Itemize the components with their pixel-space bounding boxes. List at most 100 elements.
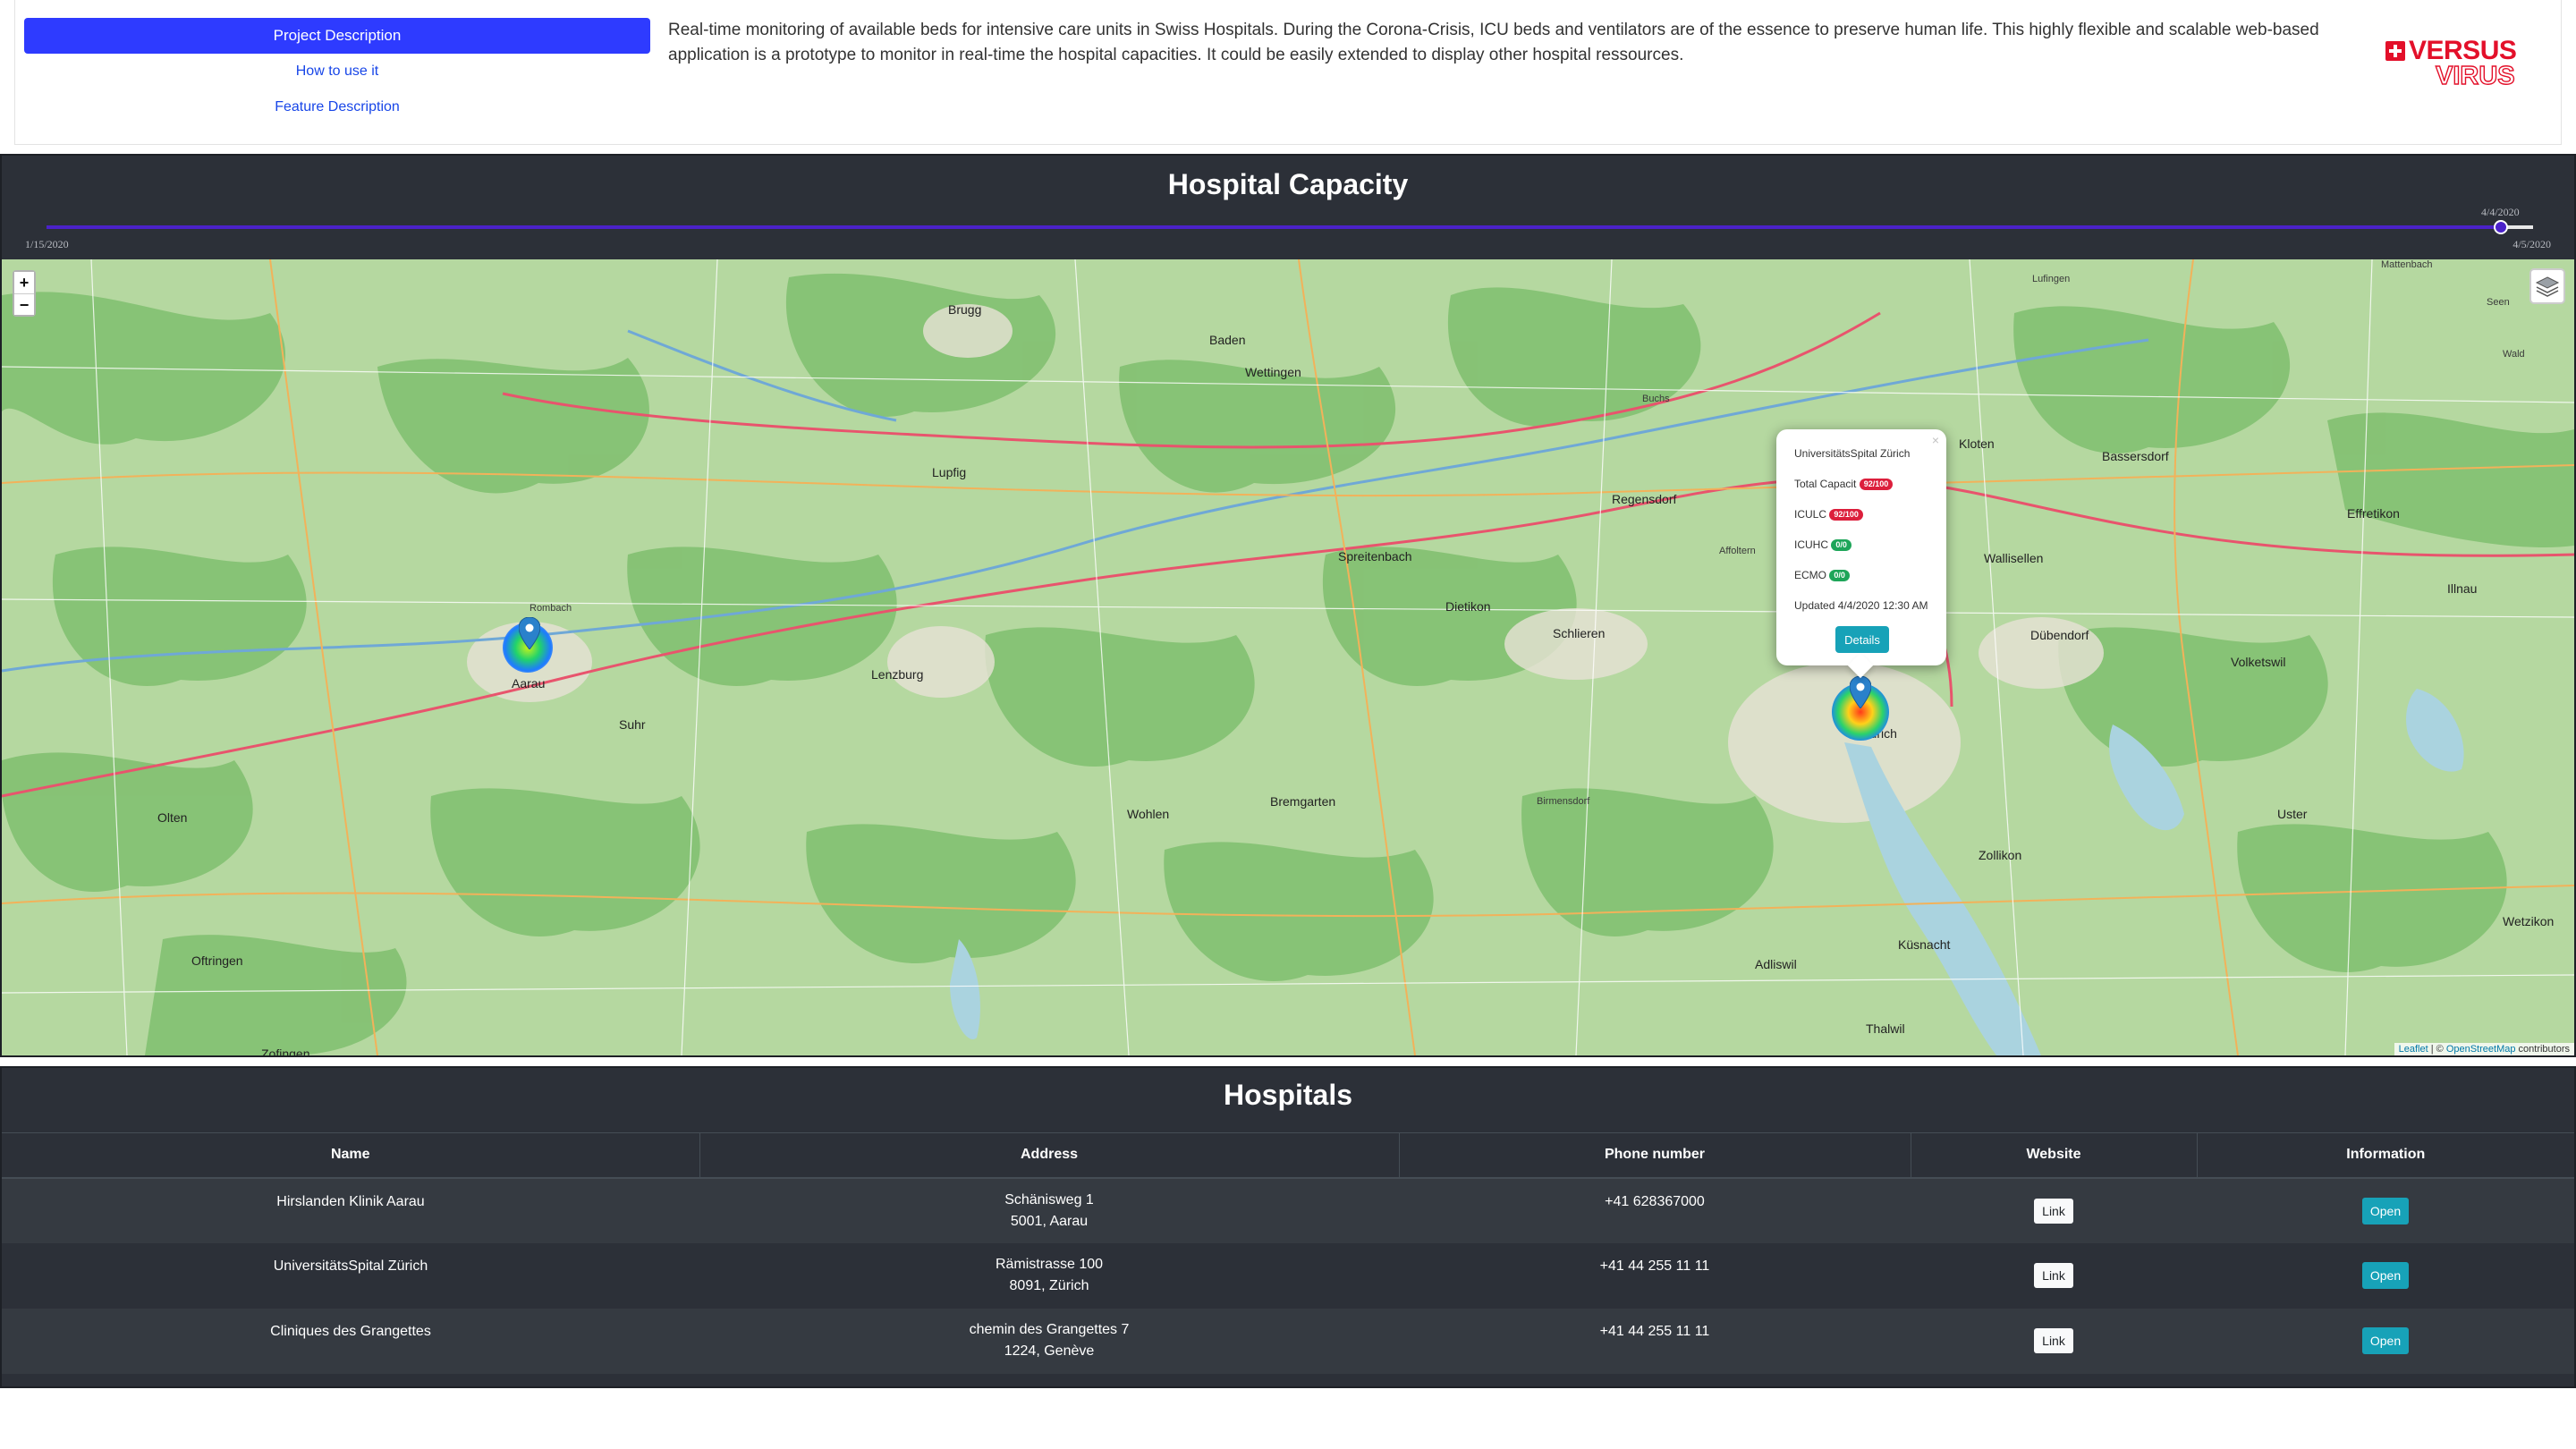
date-slider-handle[interactable] bbox=[2494, 220, 2508, 234]
address-city: 8091, Zürich bbox=[1009, 1278, 1089, 1293]
hospital-phone: +41 628367000 bbox=[1399, 1177, 1911, 1243]
project-info-panel: Project Description How to use it Featur… bbox=[14, 0, 2562, 145]
website-cell: Link bbox=[1911, 1242, 2197, 1309]
hospital-name: Hirslanden Klinik Aarau bbox=[2, 1177, 699, 1243]
map-place-label: Dübendorf bbox=[2030, 628, 2089, 642]
feature-description-link[interactable]: Feature Description bbox=[24, 89, 650, 125]
map-place-label: Baden bbox=[1209, 333, 1246, 347]
popup-icuhc: ICUHC 0/0 bbox=[1794, 537, 1928, 567]
zoom-out-button[interactable]: − bbox=[14, 293, 34, 315]
map-place-label: Kloten bbox=[1959, 436, 1995, 451]
slider-end-date: 4/5/2020 bbox=[2512, 238, 2551, 250]
slider-current-date: 4/4/2020 bbox=[2481, 206, 2520, 218]
website-link-button[interactable]: Link bbox=[2034, 1198, 2073, 1224]
versus-virus-logo: VERSUS VIRUS bbox=[2385, 36, 2529, 90]
map-place-label: Dietikon bbox=[1445, 599, 1491, 614]
map-place-label: Suhr bbox=[619, 717, 646, 732]
map-place-label: Affoltern bbox=[1719, 546, 1756, 556]
popup-ecmo-badge: 0/0 bbox=[1829, 570, 1850, 582]
map-place-label: Regensdorf bbox=[1612, 492, 1677, 506]
open-info-button[interactable]: Open bbox=[2362, 1262, 2409, 1289]
map-zoom-control: + − bbox=[13, 270, 36, 317]
map-place-label: Lenzburg bbox=[871, 667, 924, 682]
map-place-label: Buchs bbox=[1642, 394, 1670, 404]
table-header-row: Name Address Phone number Website Inform… bbox=[2, 1132, 2574, 1179]
openstreetmap-link[interactable]: OpenStreetMap bbox=[2446, 1044, 2516, 1055]
map-place-label: Küsnacht bbox=[1898, 937, 1951, 952]
popup-content: UniversitätsSpital Zürich Total Capacit … bbox=[1794, 445, 1928, 628]
map-marker-icon[interactable] bbox=[519, 617, 540, 649]
zoom-in-button[interactable]: + bbox=[14, 272, 34, 293]
hospital-phone: +41 44 255 11 11 bbox=[1399, 1242, 1911, 1309]
popup-title: UniversitätsSpital Zürich bbox=[1794, 447, 1911, 460]
layers-icon bbox=[2535, 276, 2560, 297]
popup-icuhc-badge: 0/0 bbox=[1831, 539, 1852, 552]
project-description-button[interactable]: Project Description bbox=[24, 18, 650, 54]
map-place-label: Bremgarten bbox=[1270, 794, 1336, 809]
website-link-button[interactable]: Link bbox=[2034, 1328, 2073, 1353]
popup-close-button[interactable]: × bbox=[1932, 433, 1939, 447]
website-link-button[interactable]: Link bbox=[2034, 1263, 2073, 1288]
address-street: Rämistrasse 100 bbox=[995, 1257, 1104, 1272]
column-header: Address bbox=[699, 1132, 1399, 1179]
map-place-label: Uster bbox=[2277, 807, 2308, 821]
attribution-separator: | © bbox=[2428, 1044, 2446, 1055]
layers-control-button[interactable] bbox=[2529, 268, 2565, 304]
how-to-use-link[interactable]: How to use it bbox=[24, 54, 650, 89]
map-marker-icon[interactable] bbox=[1850, 676, 1871, 708]
table-row: Cliniques des Grangettes chemin des Gran… bbox=[2, 1308, 2574, 1374]
map-place-label: Thalwil bbox=[1866, 1021, 1905, 1036]
popup-updated: Updated 4/4/2020 12:30 AM bbox=[1794, 599, 1928, 612]
map-place-label: Zofingen bbox=[261, 1046, 310, 1055]
slider-start-date: 1/15/2020 bbox=[25, 238, 69, 250]
map-place-label: Volketswil bbox=[2231, 655, 2286, 669]
map-place-label: Wald bbox=[2503, 349, 2525, 360]
popup-total-label: Total Capacit bbox=[1794, 478, 1857, 490]
hospital-phone: +41 44 255 11 11 bbox=[1399, 1308, 1911, 1374]
popup-ecmo: ECMO 0/0 bbox=[1794, 567, 1928, 597]
map-place-label: Wallisellen bbox=[1984, 551, 2044, 565]
info-nav: Project Description How to use it Featur… bbox=[24, 18, 650, 125]
hospital-address: Schänisweg 1 5001, Aarau bbox=[699, 1177, 1399, 1243]
address-city: 5001, Aarau bbox=[1010, 1213, 1089, 1229]
attribution-suffix: contributors bbox=[2515, 1044, 2570, 1055]
popup-icuhc-label: ICUHC bbox=[1794, 538, 1828, 551]
info-cell: Open bbox=[2197, 1177, 2574, 1243]
popup-total-capacity: Total Capacit 92/100 bbox=[1794, 476, 1928, 506]
map-place-label: Wetzikon bbox=[2503, 914, 2555, 928]
hospital-address: chemin des Grangettes 7 1224, Genève bbox=[699, 1308, 1399, 1374]
popup-iculc-badge: 92/100 bbox=[1829, 509, 1863, 521]
map-place-label: Lupfig bbox=[932, 465, 967, 479]
hospitals-panel: Hospitals Name Address Phone number Webs… bbox=[0, 1066, 2576, 1388]
address-street: Schänisweg 1 bbox=[1004, 1191, 1094, 1208]
open-info-button[interactable]: Open bbox=[2362, 1327, 2409, 1354]
map-place-label: Wohlen bbox=[1127, 807, 1170, 821]
map-place-label: Bassersdorf bbox=[2102, 449, 2169, 463]
map-place-label: Wettingen bbox=[1245, 365, 1301, 379]
hospital-name: Cliniques des Grangettes bbox=[2, 1308, 699, 1374]
map-place-label: Spreitenbach bbox=[1338, 549, 1412, 564]
column-header: Information bbox=[2196, 1132, 2574, 1179]
address-street: chemin des Grangettes 7 bbox=[969, 1322, 1130, 1337]
hospital-address: Rämistrasse 100 8091, Zürich bbox=[699, 1242, 1399, 1309]
open-info-button[interactable]: Open bbox=[2362, 1197, 2409, 1224]
map-place-label: Illnau bbox=[2447, 581, 2478, 596]
popup-total-badge: 92/100 bbox=[1859, 479, 1894, 491]
date-slider-track[interactable] bbox=[47, 225, 2533, 229]
map-place-label: Brugg bbox=[948, 302, 982, 317]
address-city: 1224, Genève bbox=[1004, 1343, 1095, 1359]
popup-iculc-label: ICULC bbox=[1794, 508, 1827, 521]
hospital-map[interactable]: Brugg Baden Wettingen Lupfig Lenzburg Su… bbox=[2, 259, 2574, 1055]
map-place-label: Lufingen bbox=[2032, 274, 2071, 284]
leaflet-link[interactable]: Leaflet bbox=[2399, 1044, 2428, 1055]
map-place-label: Birmensdorf bbox=[1537, 796, 1590, 807]
column-header: Website bbox=[1910, 1132, 2197, 1179]
map-place-label: Rombach bbox=[530, 603, 572, 614]
map-place-label: Schlieren bbox=[1553, 626, 1606, 640]
map-place-label: Adliswil bbox=[1755, 957, 1797, 971]
popup-details-button[interactable]: Details bbox=[1835, 626, 1889, 653]
column-header: Phone number bbox=[1398, 1132, 1911, 1179]
info-cell: Open bbox=[2197, 1308, 2574, 1374]
map-place-label: Oftringen bbox=[191, 953, 243, 968]
hospital-popup: × UniversitätsSpital Zürich Total Capaci… bbox=[1776, 429, 1946, 679]
